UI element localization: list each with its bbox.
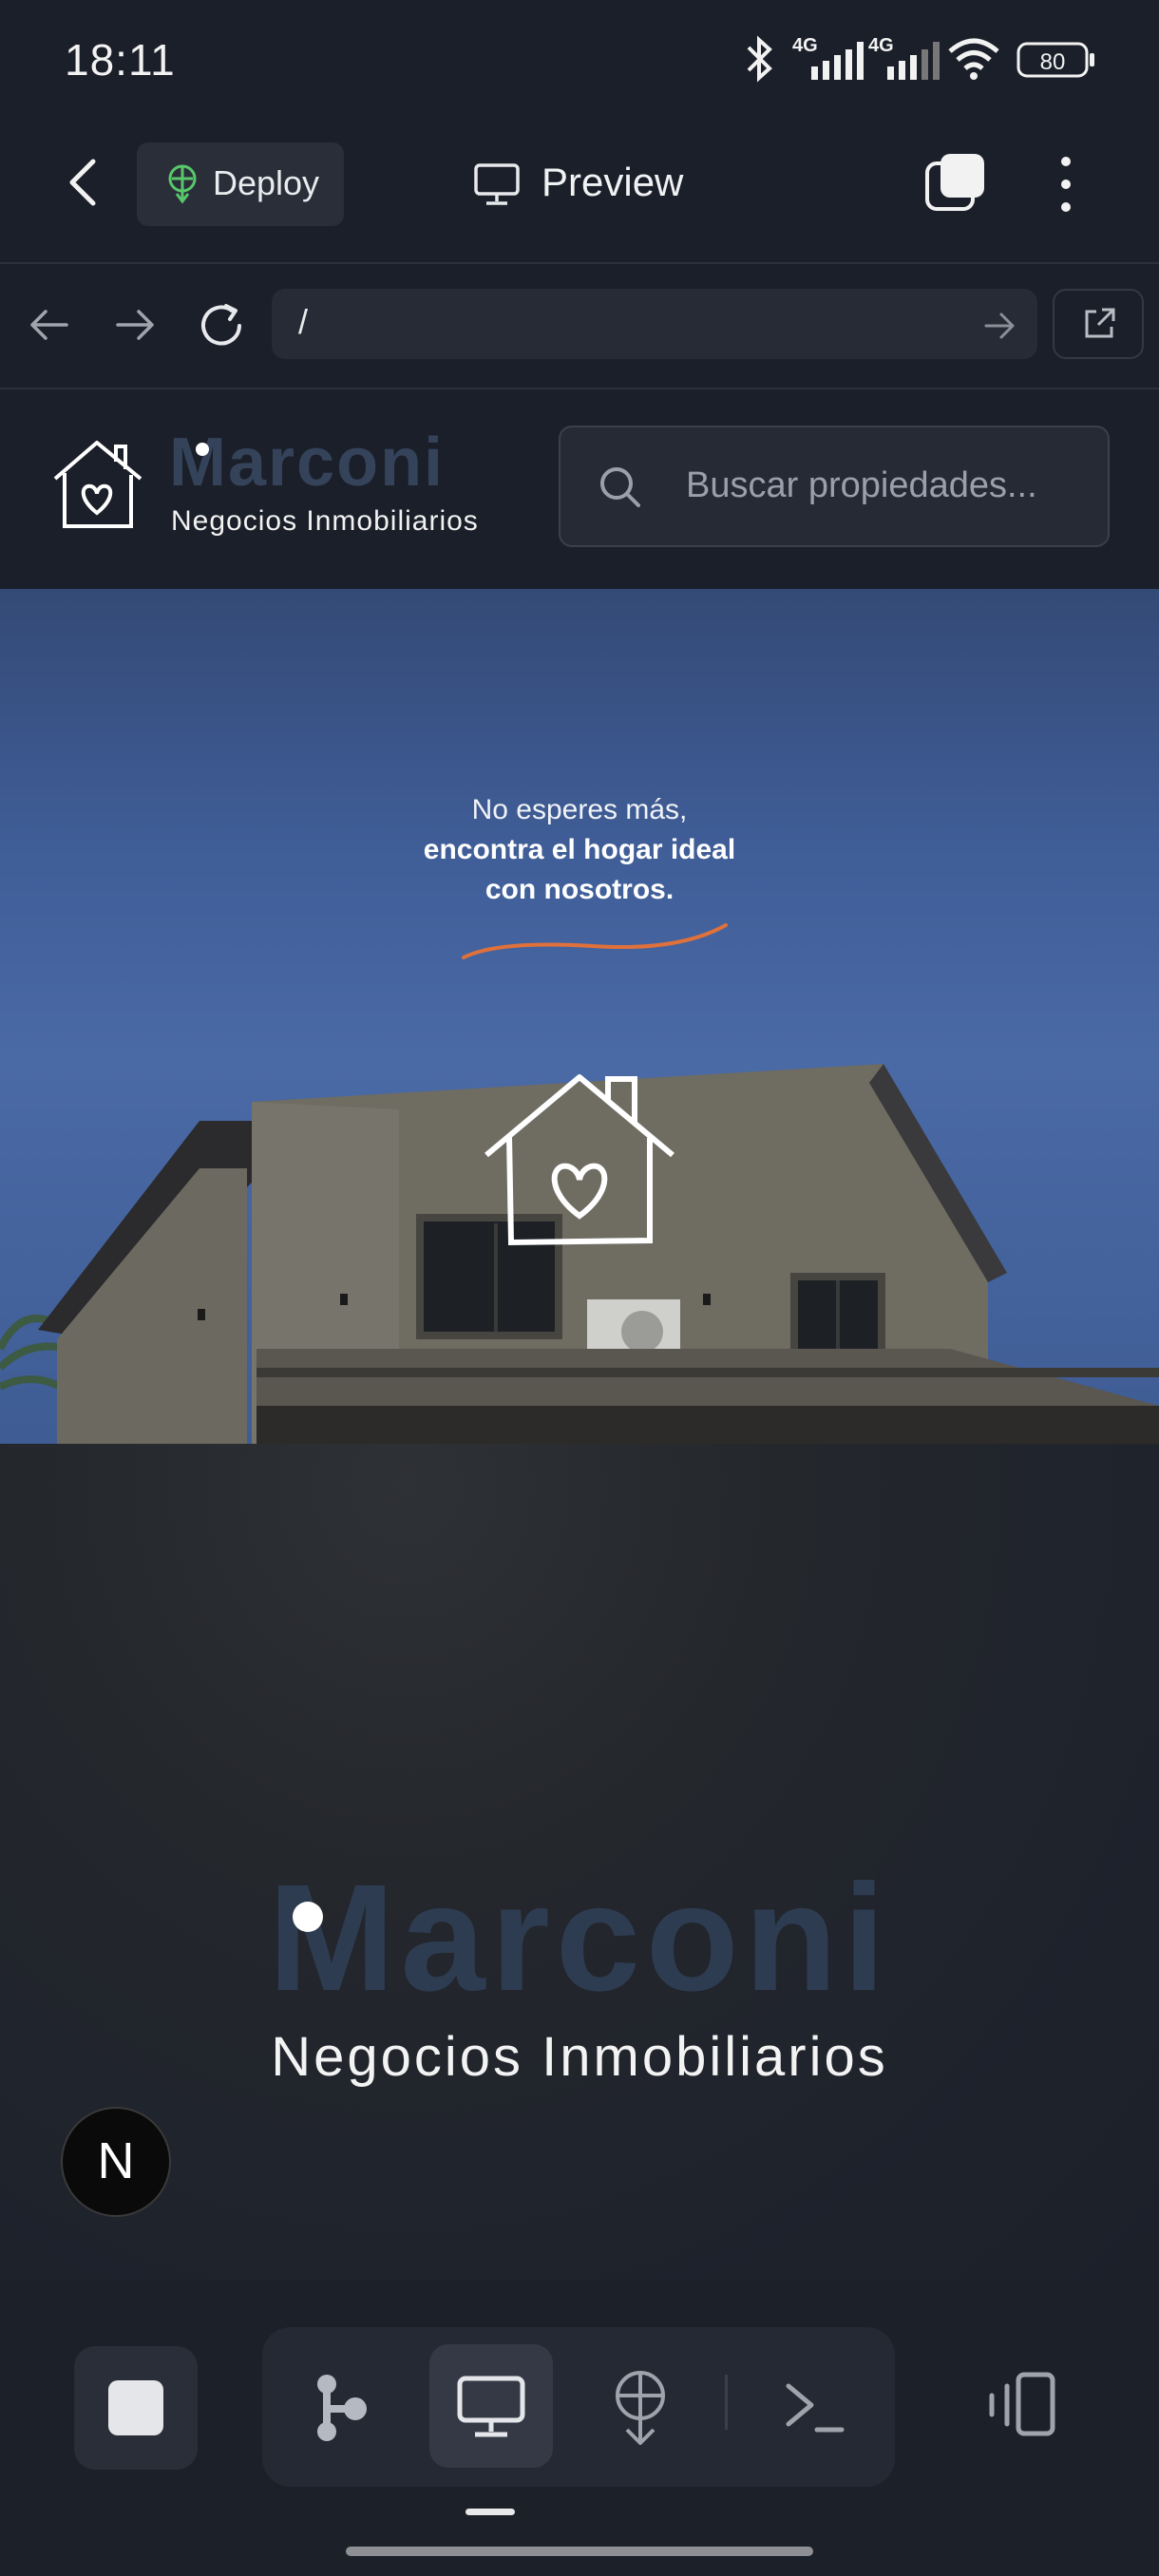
preview-title[interactable]: Preview — [542, 160, 683, 205]
nextjs-badge-letter: N — [97, 2132, 135, 2189]
house-heart-logo-icon[interactable] — [49, 437, 148, 532]
stop-icon — [108, 2380, 163, 2435]
battery-level: 80 — [1040, 49, 1066, 75]
deploy-label: Deploy — [213, 163, 320, 202]
hero-tagline-line1: No esperes más, — [471, 794, 688, 825]
hero-tagline-line3: con nosotros. — [484, 874, 674, 905]
tabs-icon[interactable] — [923, 150, 988, 215]
more-icon[interactable] — [1049, 152, 1083, 217]
external-link-icon — [1085, 308, 1115, 338]
home-indicator[interactable] — [346, 2547, 813, 2556]
hero-banner — [0, 589, 1159, 1444]
house-heart-icon — [484, 1074, 674, 1246]
signal-icon: 4G — [792, 35, 864, 80]
url-text: / — [298, 302, 309, 341]
bluetooth-icon — [747, 35, 772, 83]
house-photo — [0, 1064, 1159, 1444]
active-page-indicator — [466, 2509, 515, 2515]
branch-icon[interactable] — [310, 2373, 370, 2443]
forward-arrow-icon[interactable] — [114, 306, 158, 344]
back-arrow-icon[interactable] — [27, 306, 70, 344]
devices-icon[interactable] — [984, 2371, 1060, 2441]
monitor-icon — [457, 2376, 525, 2437]
url-input[interactable] — [272, 289, 1037, 359]
logo-subtitle: Negocios Inmobiliarios — [171, 505, 479, 537]
deploy-icon[interactable] — [608, 2369, 673, 2445]
reload-icon[interactable] — [198, 302, 247, 350]
wifi-icon — [948, 38, 999, 80]
logo-title: Marconi — [169, 425, 446, 501]
network-label: 4G — [792, 35, 818, 56]
monitor-icon — [474, 163, 520, 205]
search-placeholder: Buscar propiedades... — [686, 465, 1037, 505]
go-arrow-icon[interactable] — [982, 310, 1018, 342]
splash-logo-dot — [293, 1902, 323, 1932]
orange-underline-swoosh — [462, 923, 728, 959]
network-label: 4G — [868, 35, 894, 56]
hero-tagline-line2: encontra el hogar ideal — [423, 834, 736, 865]
terminal-icon[interactable] — [783, 2378, 846, 2435]
splash-title: Marconi — [268, 1852, 891, 2022]
battery-icon: 80 — [1016, 42, 1094, 78]
deploy-icon — [168, 164, 197, 204]
tab-divider — [725, 2375, 728, 2430]
splash-subtitle: Negocios Inmobiliarios — [271, 2026, 888, 2088]
back-icon[interactable] — [63, 156, 104, 209]
signal-icon: 4G — [868, 35, 940, 80]
status-time: 18:11 — [65, 35, 176, 85]
search-icon — [600, 467, 640, 507]
logo-dot — [196, 443, 209, 456]
